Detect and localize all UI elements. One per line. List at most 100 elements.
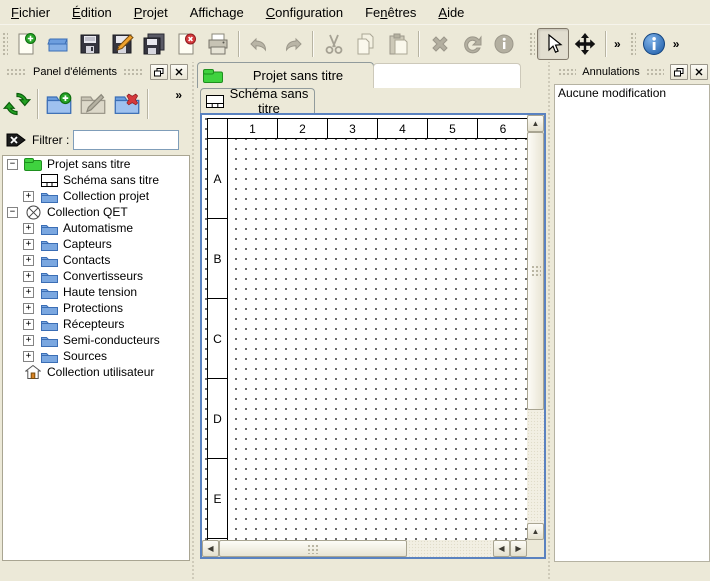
elements-tree[interactable]: − Projet sans titre Schéma sans titre + … (2, 155, 190, 561)
expand-icon[interactable]: + (23, 239, 34, 250)
menu-edition[interactable]: Édition (61, 2, 123, 23)
tree-item-capteurs[interactable]: + Capteurs (3, 236, 189, 252)
expand-icon[interactable]: + (23, 351, 34, 362)
close-panel-button[interactable] (170, 64, 188, 80)
tree-item-protections[interactable]: + Protections (3, 300, 189, 316)
save-button[interactable] (74, 28, 106, 60)
vertical-scroll-thumb[interactable] (527, 132, 544, 410)
row-header: D (208, 379, 228, 459)
element-info-button[interactable] (488, 28, 520, 60)
menu-configuration[interactable]: Configuration (255, 2, 354, 23)
about-button[interactable] (638, 28, 670, 60)
close-document-button[interactable] (170, 28, 202, 60)
open-button[interactable] (42, 28, 74, 60)
scroll-up-button[interactable]: ▲ (527, 115, 544, 132)
folder-icon (40, 189, 58, 203)
tree-item-collection-qet[interactable]: − Collection QET (3, 204, 189, 220)
paste-button[interactable] (382, 28, 414, 60)
copy-button[interactable] (350, 28, 382, 60)
toolbar-drag-handle[interactable] (629, 31, 636, 57)
toolbar-drag-handle[interactable] (528, 31, 535, 57)
schema-view[interactable]: 1 2 3 4 5 6 A B C D E ▲ ▲ ▼ (200, 113, 546, 559)
about-icon (641, 31, 667, 57)
column-header: 3 (328, 119, 378, 139)
float-icon (154, 68, 164, 77)
expand-icon[interactable]: + (23, 191, 34, 202)
expand-icon[interactable]: + (23, 271, 34, 282)
scroll-right-button[interactable]: ▶ (510, 540, 527, 557)
expand-icon[interactable]: + (23, 287, 34, 298)
toolbar-drag-handle[interactable] (1, 31, 8, 57)
expand-icon[interactable]: + (23, 335, 34, 346)
expand-icon[interactable]: + (23, 303, 34, 314)
expand-icon[interactable]: + (23, 255, 34, 266)
tree-item-contacts[interactable]: + Contacts (3, 252, 189, 268)
drawing-area[interactable] (228, 139, 527, 540)
expand-icon[interactable]: + (23, 319, 34, 330)
float-panel-button[interactable] (670, 64, 688, 80)
print-button[interactable] (202, 28, 234, 60)
toolbar-overflow-button[interactable]: » (670, 37, 682, 51)
float-panel-button[interactable] (150, 64, 168, 80)
select-mode-button[interactable] (537, 28, 569, 60)
tree-item-project[interactable]: − Projet sans titre (3, 156, 189, 172)
tree-item-collection-projet[interactable]: + Collection projet (3, 188, 189, 204)
filter-input[interactable] (73, 130, 179, 150)
right-dock-splitter[interactable] (546, 62, 552, 581)
clear-filter-button[interactable] (4, 130, 28, 150)
undo-icon (248, 32, 272, 56)
tab-schema[interactable]: Schéma sans titre (200, 88, 315, 113)
main-toolbar: » » (0, 24, 710, 63)
undo-panel-titlebar[interactable]: Annulations (554, 63, 708, 81)
menu-aide[interactable]: Aide (427, 2, 475, 23)
new-category-button[interactable] (42, 86, 76, 122)
menu-projet[interactable]: Projet (123, 2, 179, 23)
schema-canvas[interactable]: 1 2 3 4 5 6 A B C D E (202, 115, 527, 540)
menu-fenetres[interactable]: Fenêtres (354, 2, 427, 23)
close-panel-button[interactable] (690, 64, 708, 80)
tree-item-automatisme[interactable]: + Automatisme (3, 220, 189, 236)
save-as-button[interactable] (106, 28, 138, 60)
tree-item-recepteurs[interactable]: + Récepteurs (3, 316, 189, 332)
collapse-icon[interactable]: − (7, 159, 18, 170)
toolbar-overflow-button[interactable]: » (611, 37, 623, 51)
tree-item-haute-tension[interactable]: + Haute tension (3, 284, 189, 300)
vertical-scrollbar[interactable]: ▲ ▲ ▼ (527, 115, 544, 557)
edit-category-button[interactable] (76, 86, 110, 122)
delete-category-button[interactable] (110, 86, 144, 122)
delete-icon (428, 32, 452, 56)
undo-list-item[interactable]: Aucune modification (555, 85, 709, 101)
horizontal-scrollbar[interactable]: ◀ ◀ ▶ (202, 540, 527, 557)
save-all-button[interactable] (138, 28, 170, 60)
tree-item-semi-conducteurs[interactable]: + Semi-conducteurs (3, 332, 189, 348)
horizontal-scroll-thumb[interactable] (219, 540, 407, 557)
elements-panel-titlebar[interactable]: Panel d'éléments (2, 63, 188, 81)
tree-item-sources[interactable]: + Sources (3, 348, 189, 364)
scroll-left-button[interactable]: ◀ (202, 540, 219, 557)
scroll-left-button[interactable]: ◀ (493, 540, 510, 557)
left-dock-splitter[interactable] (190, 62, 196, 581)
undo-history-list[interactable]: Aucune modification (554, 84, 710, 562)
move-mode-button[interactable] (569, 28, 601, 60)
new-document-button[interactable] (10, 28, 42, 60)
float-icon (674, 68, 684, 77)
rotate-button[interactable] (456, 28, 488, 60)
panel-toolbar-overflow-button[interactable]: » (172, 88, 184, 102)
tree-item-label: Projet sans titre (46, 157, 131, 171)
cut-button[interactable] (318, 28, 350, 60)
menu-affichage[interactable]: Affichage (179, 2, 255, 23)
tree-item-convertisseurs[interactable]: + Convertisseurs (3, 268, 189, 284)
delete-button[interactable] (424, 28, 456, 60)
undo-button[interactable] (244, 28, 276, 60)
elements-panel-toolbar: » (0, 82, 190, 126)
redo-button[interactable] (276, 28, 308, 60)
collapse-icon[interactable]: − (7, 207, 18, 218)
thumb-grip (530, 264, 541, 278)
expand-icon[interactable]: + (23, 223, 34, 234)
reload-collections-button[interactable] (0, 86, 34, 122)
tree-item-collection-utilisateur[interactable]: Collection utilisateur (3, 364, 189, 380)
tab-project[interactable]: Projet sans titre (197, 62, 374, 88)
tree-item-schema[interactable]: Schéma sans titre (3, 172, 189, 188)
scroll-up-button[interactable]: ▲ (527, 523, 544, 540)
menu-fichier[interactable]: Fichier (0, 2, 61, 23)
